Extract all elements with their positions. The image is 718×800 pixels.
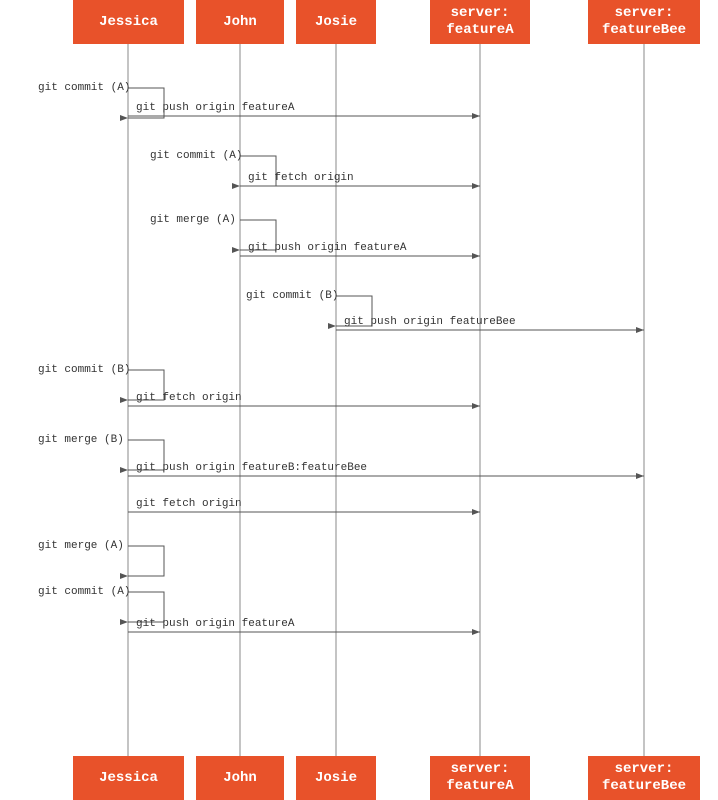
actor-bottom-featureBee: server: featureBee [588, 756, 700, 800]
msg-label-7: git push origin featureBee [344, 316, 516, 328]
msg-label-0: git commit (A) [38, 82, 130, 95]
msg-label-9: git fetch origin [136, 392, 242, 404]
msg-label-11: git push origin featureB:featureBee [136, 462, 367, 474]
msg-label-4: git merge (A) [150, 214, 236, 227]
msg-label-2: git commit (A) [150, 150, 242, 163]
msg-label-8: git commit (B) [38, 364, 130, 377]
actor-bottom-jessica: Jessica [73, 756, 184, 800]
msg-label-13: git merge (A) [38, 540, 124, 553]
sequence-diagram: Jessica Jessica John John Josie Josie server: … [0, 0, 718, 800]
msg-label-12: git fetch origin [136, 498, 242, 510]
msg-label-14: git commit (A) [38, 586, 130, 599]
msg-label-6: git commit (B) [246, 290, 338, 303]
msg-label-3: git fetch origin [248, 172, 354, 184]
actor-bottom-featureA: server: featureA [430, 756, 530, 800]
actor-jessica: Jessica [73, 0, 184, 44]
msg-label-10: git merge (B) [38, 434, 124, 447]
msg-label-1: git push origin featureA [136, 102, 294, 114]
actor-bottom-josie: Josie [296, 756, 376, 800]
msg-label-5: git push origin featureA [248, 242, 406, 254]
diagram-svg [0, 0, 718, 800]
msg-label-15: git push origin featureA [136, 618, 294, 630]
actor-bottom-john: John [196, 756, 284, 800]
actor-josie: Josie [296, 0, 376, 44]
actor-featureBee: server: featureBee [588, 0, 700, 44]
actor-john: John [196, 0, 284, 44]
actor-featureA: server: featureA [430, 0, 530, 44]
